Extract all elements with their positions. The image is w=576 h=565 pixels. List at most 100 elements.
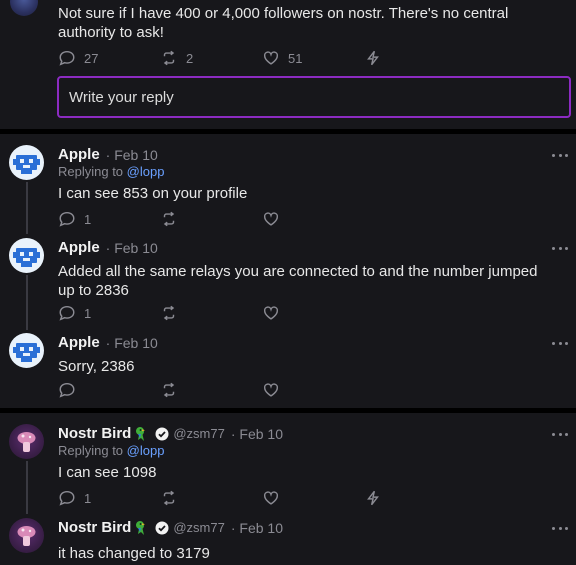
replying-to: Replying to @lopp	[58, 164, 164, 179]
reply-action[interactable]	[58, 381, 136, 399]
reply-action[interactable]: 1	[58, 489, 136, 507]
post-date: · Feb 10	[230, 519, 283, 536]
robot-avatar-icon	[13, 248, 40, 267]
lightning-icon	[367, 490, 379, 506]
heart-icon	[263, 383, 279, 397]
repost-count: 2	[186, 50, 194, 66]
repost-icon	[163, 490, 175, 506]
note-actions: 27 2 51	[58, 48, 406, 68]
repost-icon	[163, 50, 175, 66]
post-date: · Feb 10	[105, 239, 158, 256]
repost-action[interactable]	[160, 381, 238, 399]
avatar[interactable]	[9, 518, 44, 553]
more-options-icon[interactable]	[552, 433, 568, 439]
repost-icon	[163, 382, 175, 398]
lightning-icon	[367, 50, 379, 66]
author-name[interactable]: Nostr Bird @zsm77 · Feb 10	[58, 519, 283, 536]
reply-icon	[59, 305, 75, 321]
avatar[interactable]	[9, 424, 44, 459]
reply-thread: Nostr Bird @zsm77 · Feb 10 Replying to @…	[0, 413, 576, 565]
like-action[interactable]	[262, 304, 280, 322]
repost-action[interactable]	[160, 304, 238, 322]
post-actions	[58, 380, 304, 400]
thread-line	[26, 182, 28, 234]
note-text: Not sure if I have 400 or 4,000 follower…	[58, 5, 509, 41]
replying-prefix: Replying to	[58, 443, 124, 458]
reply-icon	[59, 211, 75, 227]
author-name-label: Apple	[58, 146, 100, 163]
robot-avatar-icon	[13, 343, 40, 362]
replying-to-link[interactable]: @lopp	[127, 443, 165, 458]
post-text: I can see 853 on your profile	[58, 185, 248, 202]
repost-icon	[163, 211, 175, 227]
author-handle[interactable]: @zsm77	[173, 426, 225, 441]
author-name[interactable]: Nostr Bird @zsm77 · Feb 10	[58, 425, 283, 442]
verified-badge-icon	[155, 521, 169, 534]
post-date: · Feb 10	[105, 334, 158, 351]
post-actions: 1	[58, 488, 406, 508]
post-text: it has changed to 3179	[58, 545, 210, 562]
reply-count: 1	[84, 490, 92, 506]
thread-line	[26, 275, 28, 330]
parrot-emoji-icon	[136, 520, 146, 535]
reply-icon	[59, 490, 75, 506]
more-options-icon[interactable]	[552, 247, 568, 253]
author-handle[interactable]: @zsm77	[173, 520, 225, 535]
reply-icon	[59, 382, 75, 398]
parrot-emoji-icon	[136, 426, 146, 441]
zap-action[interactable]	[364, 489, 382, 507]
heart-icon	[263, 212, 279, 226]
more-options-icon[interactable]	[552, 342, 568, 348]
like-action[interactable]	[262, 381, 280, 399]
robot-avatar-icon	[13, 155, 40, 174]
post-actions: 1	[58, 209, 304, 229]
author-name[interactable]: Apple · Feb 10	[58, 239, 158, 256]
heart-icon	[263, 51, 279, 65]
reply-action[interactable]: 27	[58, 49, 136, 67]
main-note: Not sure if I have 400 or 4,000 follower…	[0, 0, 576, 130]
like-action[interactable]	[262, 210, 280, 228]
like-action[interactable]	[262, 489, 340, 507]
reply-count: 1	[84, 211, 92, 227]
like-count: 51	[288, 50, 303, 66]
mushroom-avatar-icon	[17, 432, 36, 452]
more-options-icon[interactable]	[552, 527, 568, 533]
author-name-label: Nostr Bird	[58, 519, 132, 536]
zap-action[interactable]	[364, 49, 382, 67]
avatar[interactable]	[9, 145, 44, 180]
post-text: Sorry, 2386	[58, 358, 135, 375]
replying-to-link[interactable]: @lopp	[127, 164, 165, 179]
avatar[interactable]	[9, 333, 44, 368]
avatar[interactable]	[9, 238, 44, 273]
reply-count: 27	[84, 50, 99, 66]
replying-to: Replying to @lopp	[58, 443, 164, 458]
author-name[interactable]: Apple · Feb 10	[58, 334, 158, 351]
reply-icon	[59, 50, 75, 66]
reply-thread: Apple · Feb 10 Replying to @lopp I can s…	[0, 134, 576, 408]
post-date: · Feb 10	[105, 146, 158, 163]
post-date: · Feb 10	[230, 425, 283, 442]
author-avatar[interactable]	[10, 0, 38, 16]
more-options-icon[interactable]	[552, 154, 568, 160]
post-text: Added all the same relays you are connec…	[58, 263, 538, 299]
heart-icon	[263, 491, 279, 505]
reply-action[interactable]: 1	[58, 304, 136, 322]
post-actions: 1	[58, 303, 304, 323]
post-text: I can see 1098	[58, 464, 157, 481]
like-action[interactable]: 51	[262, 49, 340, 67]
repost-icon	[163, 305, 175, 321]
repost-action[interactable]: 2	[160, 49, 238, 67]
author-name-label: Apple	[58, 239, 100, 256]
thread-line	[26, 461, 28, 514]
author-name[interactable]: Apple · Feb 10	[58, 146, 158, 163]
heart-icon	[263, 306, 279, 320]
repost-action[interactable]	[160, 210, 238, 228]
replying-prefix: Replying to	[58, 164, 124, 179]
reply-count: 1	[84, 305, 92, 321]
reply-input[interactable]: Write your reply	[57, 76, 571, 118]
reply-action[interactable]: 1	[58, 210, 136, 228]
repost-action[interactable]	[160, 489, 238, 507]
verified-badge-icon	[155, 427, 169, 440]
mushroom-avatar-icon	[17, 526, 36, 546]
author-name-label: Nostr Bird	[58, 425, 132, 442]
